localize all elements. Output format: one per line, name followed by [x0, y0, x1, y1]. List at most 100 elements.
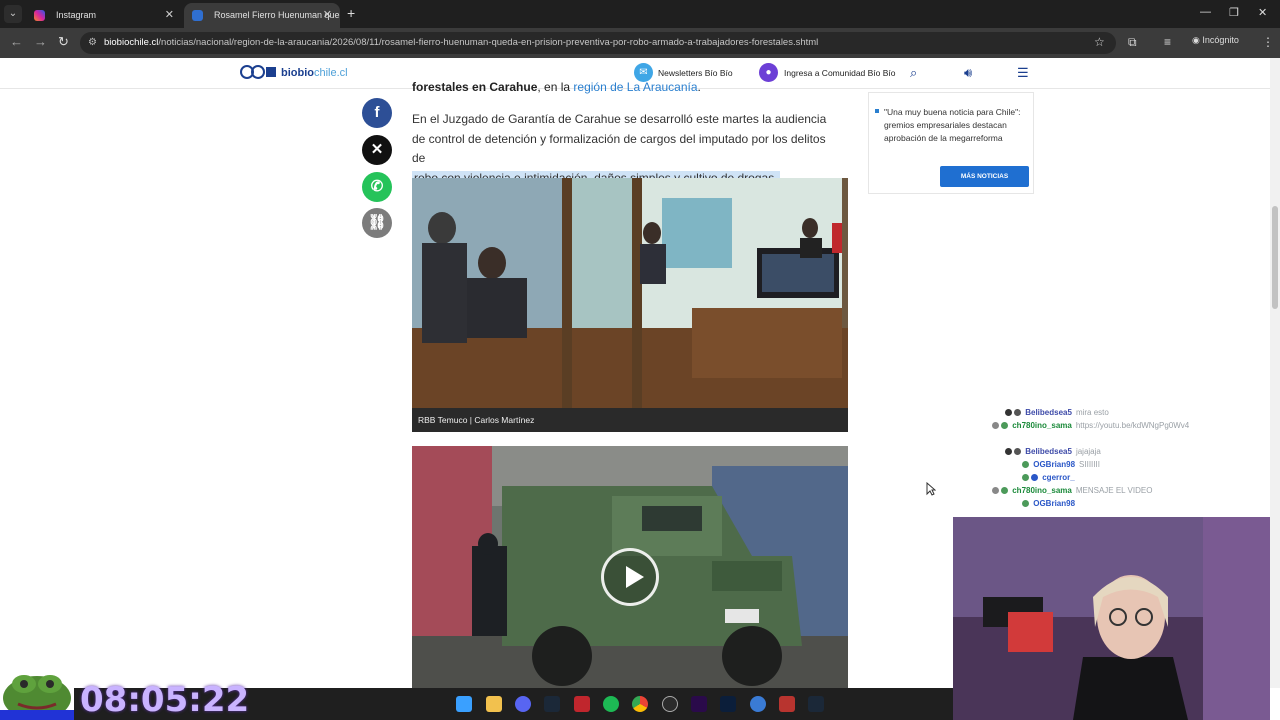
steam-alt-icon[interactable]	[808, 696, 824, 712]
facebook-icon: f	[374, 104, 380, 121]
text-span: .	[697, 80, 701, 94]
close-tab-icon[interactable]: ✕	[165, 3, 174, 28]
overlay-stripe	[0, 710, 80, 720]
chat-text: SIIIIIII	[1079, 460, 1100, 469]
article-paragraph: En el Juzgado de Garantía de Carahue se …	[412, 110, 842, 188]
share-facebook-button[interactable]: f	[362, 98, 392, 128]
scrollbar-thumb[interactable]	[1272, 206, 1278, 309]
bookmark-star-icon[interactable]: ☆	[1094, 35, 1105, 49]
close-tab-icon[interactable]: ✕	[323, 3, 332, 28]
audio-icon[interactable]: 🔊︎	[964, 65, 972, 81]
share-whatsapp-button[interactable]: ✆	[362, 172, 392, 202]
app-red-icon[interactable]	[574, 696, 590, 712]
chat-badge-icon	[1001, 487, 1008, 495]
chat-message: cgerror_	[1022, 473, 1079, 482]
logo-suffix: chile.cl	[314, 67, 348, 79]
chat-message: OGBrian98	[1022, 499, 1079, 508]
chat-badge-icon	[1005, 448, 1012, 456]
tab-search-icon[interactable]: ⌄	[4, 5, 22, 23]
copy-link-button[interactable]: ⛓	[362, 208, 392, 238]
chat-text: mira esto	[1075, 408, 1109, 417]
chat-badge-icon	[992, 487, 999, 495]
obs-icon[interactable]	[662, 696, 678, 712]
tab-title: Rosamel Fierro Huenuman que	[214, 10, 340, 20]
hamburger-menu-icon[interactable]: ☰	[1017, 65, 1029, 81]
spotify-icon[interactable]	[603, 696, 619, 712]
chat-text: jajajaja	[1075, 447, 1101, 456]
paragraph-text: En el Juzgado de Garantía de Carahue se …	[412, 112, 827, 165]
chat-username: OGBrian98	[1033, 499, 1076, 508]
forward-icon[interactable]: →	[34, 34, 47, 49]
text-span: , en la	[537, 80, 574, 94]
new-tab-button[interactable]: +	[347, 5, 355, 21]
incognito-indicator[interactable]: ◉ Incógnito	[1192, 35, 1239, 46]
premiere-icon[interactable]	[691, 696, 707, 712]
video-play-button[interactable]	[601, 548, 659, 606]
photoshop-icon[interactable]	[720, 696, 736, 712]
chat-text: https://youtu.be/kdWNgPg0Wv4	[1075, 421, 1190, 430]
photo-caption: RBB Temuco | Carlos Martínez	[412, 408, 848, 432]
logo-main: biobio	[281, 67, 314, 79]
app-news-icon[interactable]	[779, 696, 795, 712]
close-window-icon[interactable]: ✕	[1258, 6, 1267, 19]
address-bar[interactable]: ⚙ biobiochile.cl/noticias/nacional/regio…	[80, 32, 1116, 54]
back-icon[interactable]: ←	[10, 34, 23, 49]
url-path: /noticias/nacional/region-de-la-araucani…	[158, 37, 819, 48]
share-x-button[interactable]: ✕	[362, 135, 392, 165]
discord-icon[interactable]	[515, 696, 531, 712]
bold-text: forestales en Carahue	[412, 80, 538, 94]
file-explorer-icon[interactable]	[486, 696, 502, 712]
biobio-favicon-icon	[192, 10, 203, 21]
menu-kebab-icon[interactable]: ⋮	[1262, 35, 1274, 49]
chat-badge-icon	[1014, 448, 1021, 456]
stream-timer: 08:05:22	[80, 680, 250, 720]
chat-message: Belibedsea5 jajajaja	[1005, 447, 1101, 456]
courtroom-photo[interactable]	[412, 178, 848, 409]
page-scrollbar[interactable]	[1270, 58, 1280, 688]
chat-badge-icon	[1022, 474, 1029, 482]
chat-text: MENSAJE EL VIDEO	[1075, 486, 1153, 495]
chat-username: ch780ino_sama	[1012, 486, 1072, 495]
chat-badge-icon	[1001, 422, 1008, 430]
chat-username: OGBrian98	[1033, 460, 1076, 469]
chat-badge-icon	[1005, 409, 1012, 417]
streamer-webcam	[953, 517, 1270, 720]
reload-icon[interactable]: ↻	[58, 34, 69, 50]
login-link[interactable]: ● Ingresa a Comunidad Bío Bío	[759, 63, 896, 83]
streamer-illustration	[953, 517, 1270, 720]
extensions-icon[interactable]: ⧉	[1128, 35, 1137, 50]
link-icon: ⛓	[367, 214, 387, 231]
chat-username: Belibedsea5	[1025, 447, 1072, 456]
tab-biobio[interactable]: Rosamel Fierro Huenuman que ✕	[184, 3, 340, 28]
browser-tab-bar: ⌄ Instagram ✕ Rosamel Fierro Huenuman qu…	[0, 0, 1280, 28]
tab-instagram[interactable]: Instagram ✕	[26, 3, 182, 28]
tab-title: Instagram	[56, 10, 97, 20]
chrome-icon[interactable]	[632, 696, 648, 712]
site-info-icon[interactable]: ⚙	[88, 32, 97, 54]
search-icon[interactable]: ⌕	[910, 65, 917, 81]
sidebar-news-item[interactable]: "Una muy buena noticia para Chile": grem…	[884, 106, 1024, 144]
app-c-icon[interactable]	[750, 696, 766, 712]
chat-badge-icon	[992, 422, 999, 430]
minimize-icon[interactable]: —	[1200, 6, 1211, 18]
more-news-button[interactable]: MÁS NOTICIAS	[940, 166, 1029, 187]
chat-badge-icon	[1014, 409, 1021, 417]
article-partial-line: forestales en Carahue, en la región de L…	[412, 80, 701, 94]
start-windows-icon[interactable]	[456, 696, 472, 712]
region-link[interactable]: región de La Araucanía	[573, 80, 697, 94]
chat-message: ch780ino_sama MENSAJE EL VIDEO	[992, 486, 1152, 495]
bullet-icon	[875, 109, 879, 113]
steam-icon[interactable]	[544, 696, 560, 712]
incognito-icon: ◉	[1192, 35, 1200, 45]
reading-list-icon[interactable]: ≡	[1164, 35, 1171, 49]
chat-message: OGBrian98 SIIIIIII	[1022, 460, 1100, 469]
incognito-label: Incógnito	[1202, 35, 1239, 45]
restore-icon[interactable]: ❐	[1229, 6, 1239, 19]
user-icon: ●	[759, 63, 778, 82]
chat-username: ch780ino_sama	[1012, 421, 1072, 430]
chat-message: Belibedsea5 mira esto	[1005, 408, 1109, 417]
site-logo-text[interactable]: biobiochile.cl	[281, 67, 348, 79]
chat-badge-icon	[1031, 474, 1038, 482]
biobio-logo-icon[interactable]	[240, 63, 278, 83]
browser-toolbar: ← → ↻ ⚙ biobiochile.cl/noticias/nacional…	[0, 28, 1280, 58]
